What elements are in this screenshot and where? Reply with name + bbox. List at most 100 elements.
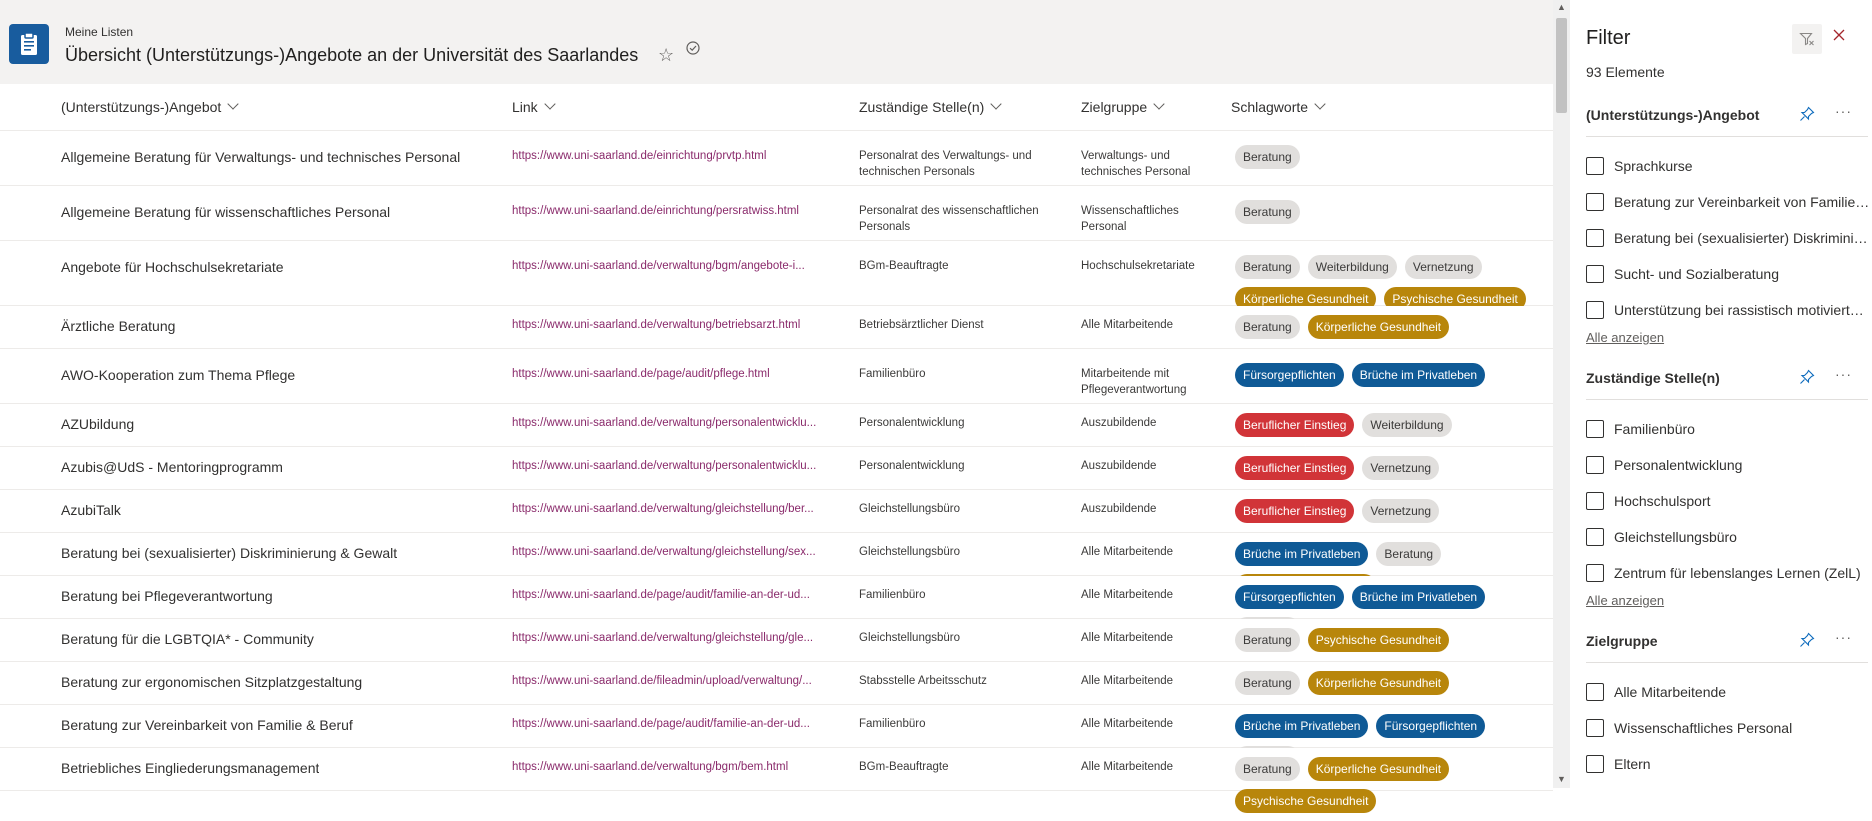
filter-checkbox[interactable]: Familienbüro <box>1586 419 1871 441</box>
link-cell[interactable]: https://www.uni-saarland.de/verwaltung/g… <box>512 632 837 644</box>
checkbox-box[interactable] <box>1586 755 1604 773</box>
zielgruppe-cell: Alle Mitarbeitende <box>1081 589 1174 601</box>
close-icon[interactable] <box>1832 28 1846 47</box>
filter-checkbox[interactable]: Sucht- und Sozialberatung <box>1586 264 1871 286</box>
table-row[interactable]: Betriebliches Eingliederungsmanagement ht… <box>0 748 1553 813</box>
scroll-down-icon[interactable]: ▼ <box>1557 774 1566 784</box>
table-row[interactable]: Beratung bei (sexualisierter) Diskrimini… <box>0 533 1553 598</box>
table-row[interactable]: Allgemeine Beratung für Verwaltungs- und… <box>0 131 1553 186</box>
checkbox-box[interactable] <box>1586 157 1604 175</box>
link-cell[interactable]: https://www.uni-saarland.de/einrichtung/… <box>512 205 837 217</box>
checkbox-box[interactable] <box>1586 492 1604 510</box>
tag-badge: Weiterbildung <box>1362 413 1452 437</box>
table-row[interactable]: Angebote für Hochschulsekretariate https:… <box>0 241 1553 311</box>
link-cell[interactable]: https://www.uni-saarland.de/verwaltung/p… <box>512 460 837 472</box>
link-cell[interactable]: https://www.uni-saarland.de/page/audit/f… <box>512 589 837 601</box>
checkbox-box[interactable] <box>1586 229 1604 247</box>
link-cell[interactable]: https://www.uni-saarland.de/verwaltung/g… <box>512 503 837 515</box>
checkbox-box[interactable] <box>1586 193 1604 211</box>
angebot-cell[interactable]: Allgemeine Beratung für Verwaltungs- und… <box>61 149 460 165</box>
column-header-stelle[interactable]: Zuständige Stelle(n) <box>859 98 1002 115</box>
angebot-cell[interactable]: Beratung bei Pflegeverantwortung <box>61 588 273 604</box>
tag-badge: Beruflicher Einstieg <box>1235 456 1355 480</box>
stelle-cell: Betriebsärztlicher Dienst <box>859 319 984 331</box>
filter-clear-icon[interactable] <box>1792 24 1822 54</box>
link-cell[interactable]: https://www.uni-saarland.de/verwaltung/p… <box>512 417 837 429</box>
table-row[interactable]: Beratung bei Pflegeverantwortung https://… <box>0 576 1553 641</box>
filter-checkbox[interactable]: Sprachkurse <box>1586 156 1871 178</box>
breadcrumb[interactable]: Meine Listen <box>65 25 133 39</box>
angebot-cell[interactable]: Beratung bei (sexualisierter) Diskrimini… <box>61 545 397 561</box>
scroll-up-icon[interactable]: ▲ <box>1557 2 1566 12</box>
angebot-cell[interactable]: Allgemeine Beratung für wissenschaftlich… <box>61 204 390 220</box>
table-row[interactable]: Beratung zur Vereinbarkeit von Familie &… <box>0 705 1553 770</box>
column-header-schlagworte[interactable]: Schlagworte <box>1231 98 1326 115</box>
checkbox-box[interactable] <box>1586 265 1604 283</box>
star-icon[interactable]: ☆ <box>658 45 674 66</box>
link-cell[interactable]: https://www.uni-saarland.de/page/audit/f… <box>512 718 837 730</box>
stelle-cell: Personalrat des wissenschaftlichen Perso… <box>859 205 1039 233</box>
filter-checkbox[interactable]: Unterstützung bei rassistisch motivierte… <box>1586 300 1871 322</box>
angebot-cell[interactable]: Ärztliche Beratung <box>61 318 175 334</box>
schlagworte-cell: Beruflicher Einstieg Vernetzung <box>1235 499 1553 531</box>
table-row[interactable]: AzubiTalk https://www.uni-saarland.de/ver… <box>0 490 1553 533</box>
angebot-cell[interactable]: AzubiTalk <box>61 502 121 518</box>
checkbox-box[interactable] <box>1586 683 1604 701</box>
table-row[interactable]: Azubis@UdS - Mentoringprogramm https://ww… <box>0 447 1553 490</box>
pin-icon[interactable] <box>1799 369 1815 390</box>
table-row[interactable]: Beratung für die LGBTQIA* - Community htt… <box>0 619 1553 662</box>
link-cell[interactable]: https://www.uni-saarland.de/page/audit/p… <box>512 368 837 380</box>
link-cell[interactable]: https://www.uni-saarland.de/verwaltung/b… <box>512 319 837 331</box>
table-row[interactable]: Allgemeine Beratung für wissenschaftlich… <box>0 186 1553 241</box>
angebot-cell[interactable]: Beratung zur ergonomischen Sitzplatzgest… <box>61 674 362 690</box>
angebot-cell[interactable]: Beratung für die LGBTQIA* - Community <box>61 631 314 647</box>
filter-checkbox[interactable]: Alle Mitarbeitende <box>1586 682 1871 704</box>
link-cell[interactable]: https://www.uni-saarland.de/fileadmin/up… <box>512 675 837 687</box>
column-header-link[interactable]: Link <box>512 98 556 115</box>
angebot-cell[interactable]: Azubis@UdS - Mentoringprogramm <box>61 459 283 475</box>
filter-checkbox[interactable]: Personalentwicklung <box>1586 455 1871 477</box>
more-icon[interactable]: ··· <box>1835 103 1852 119</box>
table-row[interactable]: AZUbildung https://www.uni-saarland.de/ve… <box>0 404 1553 447</box>
clipboard-list-icon[interactable] <box>9 24 49 64</box>
table-row[interactable]: AWO-Kooperation zum Thema Pflege https://… <box>0 349 1553 404</box>
checkbox-box[interactable] <box>1586 456 1604 474</box>
pin-icon[interactable] <box>1799 106 1815 127</box>
column-header-zielgruppe[interactable]: Zielgruppe <box>1081 98 1165 115</box>
angebot-cell[interactable]: AZUbildung <box>61 416 134 432</box>
show-all-link[interactable]: Alle anzeigen <box>1586 593 1664 608</box>
checkbox-box[interactable] <box>1586 528 1604 546</box>
show-all-link[interactable]: Alle anzeigen <box>1586 330 1664 345</box>
filter-checkbox[interactable]: Wissenschaftliches Personal <box>1586 718 1871 740</box>
filter-checkbox[interactable]: Beratung bei (sexualisierter) Diskrimini… <box>1586 228 1871 250</box>
chevron-down-icon <box>544 98 556 110</box>
link-cell[interactable]: https://www.uni-saarland.de/verwaltung/g… <box>512 546 837 558</box>
schlagworte-cell: Beratung <box>1235 200 1553 232</box>
checkbox-box[interactable] <box>1586 301 1604 319</box>
link-cell[interactable]: https://www.uni-saarland.de/verwaltung/b… <box>512 260 837 272</box>
angebot-cell[interactable]: Angebote für Hochschulsekretariate <box>61 259 284 275</box>
filter-checkbox[interactable]: Gleichstellungsbüro <box>1586 527 1871 549</box>
link-cell[interactable]: https://www.uni-saarland.de/verwaltung/b… <box>512 761 837 773</box>
filter-checkbox[interactable]: Hochschulsport <box>1586 491 1871 513</box>
filter-checkbox[interactable]: Zentrum für lebenslanges Lernen (ZelL) <box>1586 563 1871 585</box>
check-circle-icon[interactable] <box>686 41 700 60</box>
checkbox-box[interactable] <box>1586 719 1604 737</box>
column-header-angebot[interactable]: (Unterstützungs-)Angebot <box>61 98 239 115</box>
filter-option-label: Sprachkurse <box>1614 158 1693 174</box>
link-cell[interactable]: https://www.uni-saarland.de/einrichtung/… <box>512 150 837 162</box>
filter-checkbox[interactable]: Eltern <box>1586 754 1871 776</box>
table-row[interactable]: Ärztliche Beratung https://www.uni-saarla… <box>0 306 1553 349</box>
checkbox-box[interactable] <box>1586 420 1604 438</box>
checkbox-box[interactable] <box>1586 564 1604 582</box>
filter-checkbox[interactable]: Beratung zur Vereinbarkeit von Familie &… <box>1586 192 1871 214</box>
angebot-cell[interactable]: Betriebliches Eingliederungsmanagement <box>61 760 319 776</box>
vertical-scrollbar[interactable]: ▲ ▼ <box>1553 0 1570 788</box>
more-icon[interactable]: ··· <box>1835 366 1852 382</box>
table-row[interactable]: Beratung zur ergonomischen Sitzplatzgest… <box>0 662 1553 705</box>
scrollbar-thumb[interactable] <box>1556 18 1567 113</box>
more-icon[interactable]: ··· <box>1835 629 1852 645</box>
angebot-cell[interactable]: AWO-Kooperation zum Thema Pflege <box>61 367 295 383</box>
angebot-cell[interactable]: Beratung zur Vereinbarkeit von Familie &… <box>61 717 353 733</box>
pin-icon[interactable] <box>1799 632 1815 653</box>
